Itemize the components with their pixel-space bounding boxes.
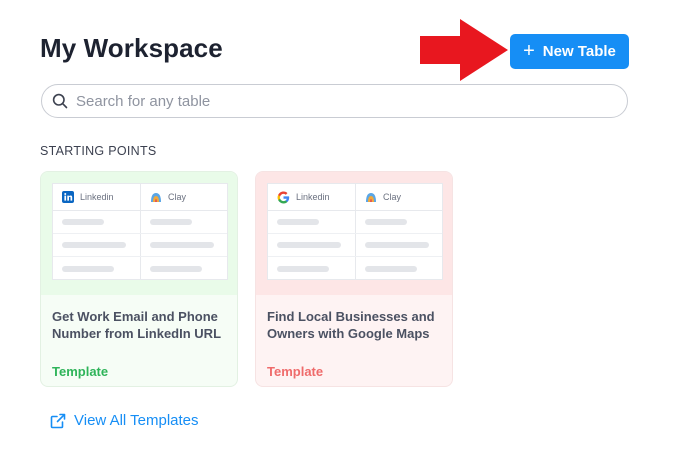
card-preview: Linkedin Clay <box>41 172 237 295</box>
card-title: Find Local Businesses and Owners with Go… <box>267 309 435 341</box>
search-icon <box>52 93 68 109</box>
new-table-label: New Table <box>542 43 616 60</box>
template-tag: Template <box>267 364 324 379</box>
plus-icon: + <box>523 39 535 62</box>
card-preview: Linkedin Clay <box>256 172 452 295</box>
clay-icon <box>365 191 377 203</box>
section-label: STARTING POINTS <box>40 144 157 158</box>
annotation-arrow <box>420 19 508 81</box>
new-table-button[interactable]: + New Table <box>510 34 629 69</box>
mini-table: Linkedin Clay <box>267 183 443 280</box>
column-header: Linkedin <box>268 184 355 210</box>
page-title: My Workspace <box>40 33 223 63</box>
column-header: Clay <box>140 184 227 210</box>
column-header: Linkedin <box>53 184 140 210</box>
external-link-icon <box>50 413 66 429</box>
clay-icon <box>150 191 162 203</box>
view-all-label: View All Templates <box>74 412 199 429</box>
template-card-linkedin[interactable]: Linkedin Clay Get Work Email and Phone N… <box>40 171 238 387</box>
search-input[interactable] <box>76 92 596 110</box>
view-all-templates-link[interactable]: View All Templates <box>50 412 199 429</box>
card-title: Get Work Email and Phone Number from Lin… <box>52 309 222 341</box>
search-bar[interactable] <box>41 84 628 118</box>
linkedin-icon <box>62 191 74 203</box>
column-header: Clay <box>355 184 442 210</box>
template-tag: Template <box>52 364 109 379</box>
mini-table: Linkedin Clay <box>52 183 228 280</box>
template-card-google-maps[interactable]: Linkedin Clay Find Local Businesses and … <box>255 171 453 387</box>
google-icon <box>277 191 290 204</box>
